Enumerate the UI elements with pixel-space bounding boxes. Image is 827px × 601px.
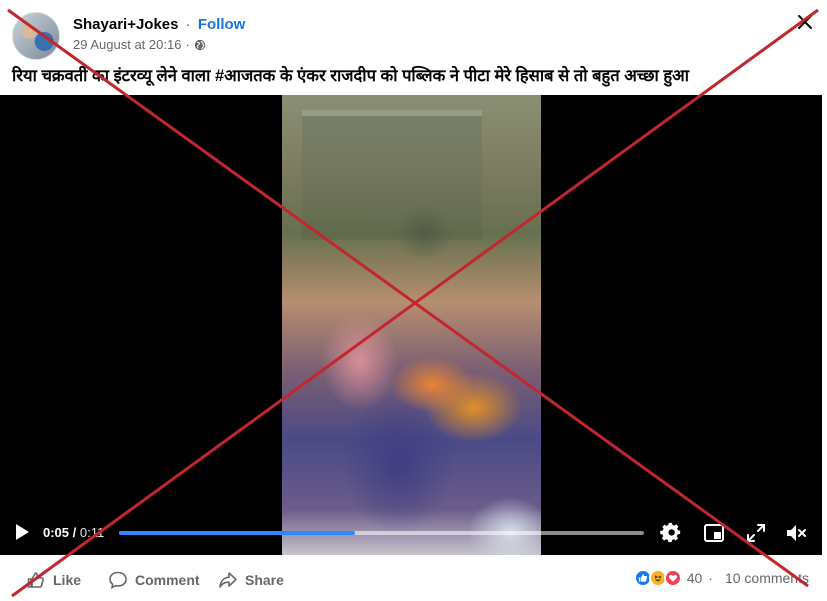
page-avatar[interactable] xyxy=(12,12,60,60)
video-progress-bar[interactable] xyxy=(119,531,644,535)
mute-icon[interactable] xyxy=(784,521,808,545)
like-button[interactable]: Like xyxy=(26,570,81,590)
comment-label: Comment xyxy=(135,572,200,588)
page-name[interactable]: Shayari+Jokes xyxy=(73,16,179,33)
love-reaction-icon[interactable] xyxy=(663,569,682,587)
thumbs-up-icon xyxy=(27,572,44,588)
reaction-count[interactable]: 40 xyxy=(687,570,703,586)
comment-button[interactable]: Comment xyxy=(108,570,200,590)
video-player[interactable]: 0:05 / 0:11 xyxy=(0,95,822,555)
time-separator: / xyxy=(69,525,80,540)
close-icon[interactable] xyxy=(795,12,815,32)
share-icon xyxy=(219,572,237,588)
name-row: Shayari+Jokes · Follow xyxy=(73,16,245,33)
post-footer: Like Comment Share 40 · 10 comments xyxy=(0,560,827,600)
globe-icon xyxy=(194,39,205,50)
reactions-summary: 40 · 10 comments xyxy=(633,569,809,587)
gear-icon[interactable] xyxy=(659,521,683,545)
comments-count-link[interactable]: 10 comments xyxy=(725,570,809,586)
video-time: 0:05 / 0:11 xyxy=(43,525,104,540)
fullscreen-icon[interactable] xyxy=(744,521,768,545)
post-meta: 29 August at 20:16 · xyxy=(73,37,206,52)
heart-icon xyxy=(668,574,677,582)
facebook-post: Shayari+Jokes · Follow 29 August at 20:1… xyxy=(0,0,827,601)
laughing-face-icon xyxy=(654,575,661,582)
thumbs-up-icon xyxy=(638,574,647,582)
follow-button[interactable]: Follow xyxy=(198,16,246,33)
comment-icon xyxy=(109,571,127,589)
miniplayer-icon[interactable] xyxy=(702,521,726,545)
post-timestamp[interactable]: 29 August at 20:16 xyxy=(73,37,181,52)
share-label: Share xyxy=(245,572,284,588)
video-controls: 0:05 / 0:11 xyxy=(0,511,822,555)
like-label: Like xyxy=(53,572,82,588)
footer-dot: · xyxy=(708,570,713,586)
total-time: 0:11 xyxy=(79,525,105,540)
current-time: 0:05 xyxy=(43,525,70,540)
meta-separator: · xyxy=(185,37,190,52)
video-progress-fill xyxy=(119,531,356,535)
post-header: Shayari+Jokes · Follow 29 August at 20:1… xyxy=(12,12,802,60)
video-frame[interactable] xyxy=(282,95,541,555)
video-scene xyxy=(302,110,482,240)
play-icon[interactable] xyxy=(14,523,30,541)
post-caption: रिया चक्रवर्ती का इंटरव्यू लेने वाला #आज… xyxy=(12,67,690,85)
share-button[interactable]: Share xyxy=(218,570,284,590)
separator-dot: · xyxy=(185,16,191,33)
